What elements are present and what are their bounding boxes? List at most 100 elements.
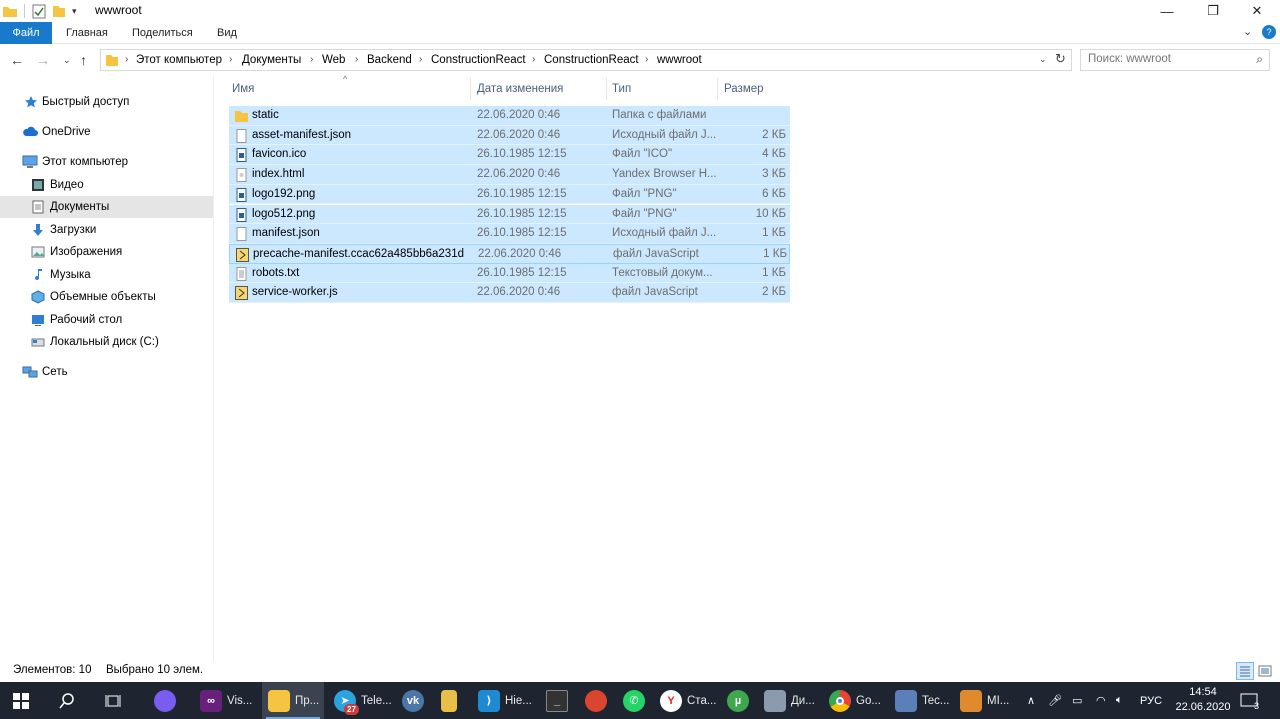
file-row[interactable]: index.html 22.06.2020 0:46 Yandex Browse… [229, 165, 790, 185]
language-indicator[interactable]: РУС [1140, 682, 1162, 719]
file-size: 2 КБ [762, 286, 786, 299]
tab-view[interactable]: Вид [205, 22, 249, 44]
sidebar-item-quick-access[interactable]: Быстрый доступ [0, 91, 213, 113]
breadcrumb-constructionreact-2[interactable]: ConstructionReact [544, 50, 639, 70]
sidebar-item-documents[interactable]: Документы [0, 196, 213, 218]
sidebar-item-music[interactable]: Музыка [0, 264, 213, 286]
taskbar-app-mi[interactable]: MI... [960, 682, 1009, 719]
sort-ascending-icon: ^ [343, 74, 348, 84]
chevron-right-icon[interactable]: › [125, 50, 128, 70]
sidebar-item-3d-objects[interactable]: Объемные объекты [0, 286, 213, 308]
taskbar-app-vk[interactable]: vk [402, 682, 424, 719]
js-file-icon [235, 286, 248, 301]
sidebar-item-network[interactable]: Сеть [0, 361, 213, 383]
breadcrumb-documents[interactable]: Документы [242, 50, 301, 70]
task-view-button[interactable] [104, 682, 122, 719]
column-divider[interactable] [606, 78, 607, 100]
customize-toolbar-icon[interactable]: ▾ [72, 3, 77, 19]
file-row[interactable]: favicon.ico 26.10.1985 12:15 Файл "ICO" … [229, 145, 790, 166]
start-button[interactable] [12, 682, 30, 719]
wifi-icon[interactable]: ◠ [1096, 682, 1106, 719]
taskbar-app-telegram[interactable]: ➤ 27 Tele... [334, 682, 392, 719]
taskbar-app-monitor[interactable]: Ди... [764, 682, 815, 719]
help-icon[interactable]: ? [1262, 25, 1276, 39]
battery-icon[interactable]: ▭ [1072, 682, 1082, 719]
taskbar-app-cleaner[interactable] [585, 682, 607, 719]
recent-locations-icon[interactable]: ⌄ [63, 55, 71, 66]
forward-button[interactable]: → [36, 52, 50, 68]
file-row[interactable]: service-worker.js 22.06.2020 0:46 файл J… [229, 283, 790, 303]
close-button[interactable]: ✕ [1234, 0, 1280, 22]
taskbar-app-notepad[interactable] [441, 682, 457, 719]
sidebar-item-onedrive[interactable]: OneDrive [0, 121, 213, 143]
sidebar-item-pictures[interactable]: Изображения [0, 241, 213, 263]
column-header-date[interactable]: Дата изменения [477, 76, 563, 102]
sidebar-item-video[interactable]: Видео [0, 174, 213, 196]
details-view-button[interactable] [1236, 662, 1254, 680]
maximize-button[interactable]: ❐ [1190, 0, 1236, 22]
file-row[interactable]: precache-manifest.ccac62a485bb6a231d... … [229, 243, 790, 264]
chevron-right-icon[interactable]: › [310, 50, 313, 70]
sidebar-item-local-disk[interactable]: Локальный диск (C:) [0, 331, 213, 353]
taskbar-app-yandex-browser[interactable]: Y Ста... [660, 682, 716, 719]
file-row[interactable]: robots.txt 26.10.1985 12:15 Текстовый до… [229, 263, 790, 284]
taskbar-app-alice[interactable] [154, 682, 176, 719]
properties-icon[interactable] [32, 3, 46, 19]
tab-share[interactable]: Поделиться [120, 22, 205, 44]
taskbar-app-terminal[interactable]: _ [546, 682, 568, 719]
taskbar-app-utorrent[interactable]: µ [727, 682, 749, 719]
file-row[interactable]: logo512.png 26.10.1985 12:15 Файл "PNG" … [229, 204, 790, 225]
minimize-button[interactable]: — [1144, 0, 1190, 22]
search-input[interactable]: Поиск: wwwroot ⌕ [1080, 49, 1270, 71]
sidebar-item-desktop[interactable]: Рабочий стол [0, 309, 213, 331]
column-divider[interactable] [470, 78, 471, 100]
sidebar-item-downloads[interactable]: Загрузки [0, 219, 213, 241]
column-header-name[interactable]: Имя [232, 76, 254, 102]
search-placeholder: Поиск: wwwroot [1088, 53, 1171, 65]
tab-home[interactable]: Главная [54, 22, 120, 44]
taskbar-app-whatsapp[interactable]: ✆ [623, 682, 645, 719]
breadcrumb-web[interactable]: Web [322, 50, 345, 70]
file-row[interactable]: static 22.06.2020 0:46 Папка с файлами [229, 106, 790, 126]
chevron-right-icon[interactable]: › [645, 50, 648, 70]
notifications-icon[interactable]: 3 [1240, 682, 1259, 719]
breadcrumb-wwwroot[interactable]: wwwroot [657, 50, 702, 70]
file-row[interactable]: asset-manifest.json 22.06.2020 0:46 Исхо… [229, 125, 790, 146]
file-size: 2 КБ [762, 128, 786, 141]
cloud-icon [22, 125, 38, 139]
chevron-right-icon[interactable]: › [229, 50, 232, 70]
column-header-type[interactable]: Тип [612, 76, 631, 102]
address-bar[interactable]: › Этот компьютер › Документы › Web › Bac… [100, 49, 1072, 71]
show-hidden-icons[interactable]: ∧ [1027, 682, 1035, 719]
microphone-icon[interactable]: 🎤︎ [1048, 682, 1062, 719]
breadcrumb-constructionreact[interactable]: ConstructionReact [431, 50, 526, 70]
volume-icon[interactable]: 🔈︎ [1116, 682, 1123, 719]
breadcrumb-this-pc[interactable]: Этот компьютер [136, 50, 222, 70]
chevron-right-icon[interactable]: › [532, 50, 535, 70]
large-icons-view-button[interactable] [1258, 664, 1272, 678]
up-button[interactable]: ↑ [80, 52, 87, 68]
new-folder-icon[interactable] [52, 3, 66, 19]
telegram-icon: ➤ 27 [334, 689, 359, 715]
clock[interactable]: 14:54 22.06.2020 [1173, 685, 1233, 715]
expand-ribbon-icon[interactable]: ⌄ [1243, 25, 1252, 38]
taskbar-app-explorer[interactable]: Пр... [262, 682, 324, 719]
taskbar-app-chrome[interactable]: Go... [829, 682, 881, 719]
column-header-size[interactable]: Размер [724, 76, 764, 102]
breadcrumb-backend[interactable]: Backend [367, 50, 412, 70]
chevron-down-icon[interactable]: ⌄ [1039, 54, 1047, 65]
search-button[interactable] [58, 682, 76, 719]
refresh-icon[interactable]: ↻ [1055, 51, 1066, 67]
taskbar-app-visual-studio[interactable]: ∞ Vis... [200, 682, 252, 719]
file-row[interactable]: manifest.json 26.10.1985 12:15 Исходный … [229, 224, 790, 244]
taskbar-app-editor[interactable]: Tec... [895, 682, 949, 719]
taskbar-app-vscode[interactable]: ⟩ Hie... [478, 682, 532, 719]
column-divider[interactable] [717, 78, 718, 100]
back-button[interactable]: ← [10, 52, 24, 68]
tab-file[interactable]: Файл [0, 22, 52, 44]
file-date: 26.10.1985 12:15 [477, 227, 567, 240]
chevron-right-icon[interactable]: › [419, 50, 422, 70]
chevron-right-icon[interactable]: › [355, 50, 358, 70]
sidebar-item-this-pc[interactable]: Этот компьютер [0, 151, 213, 173]
file-row[interactable]: logo192.png 26.10.1985 12:15 Файл "PNG" … [229, 184, 790, 205]
